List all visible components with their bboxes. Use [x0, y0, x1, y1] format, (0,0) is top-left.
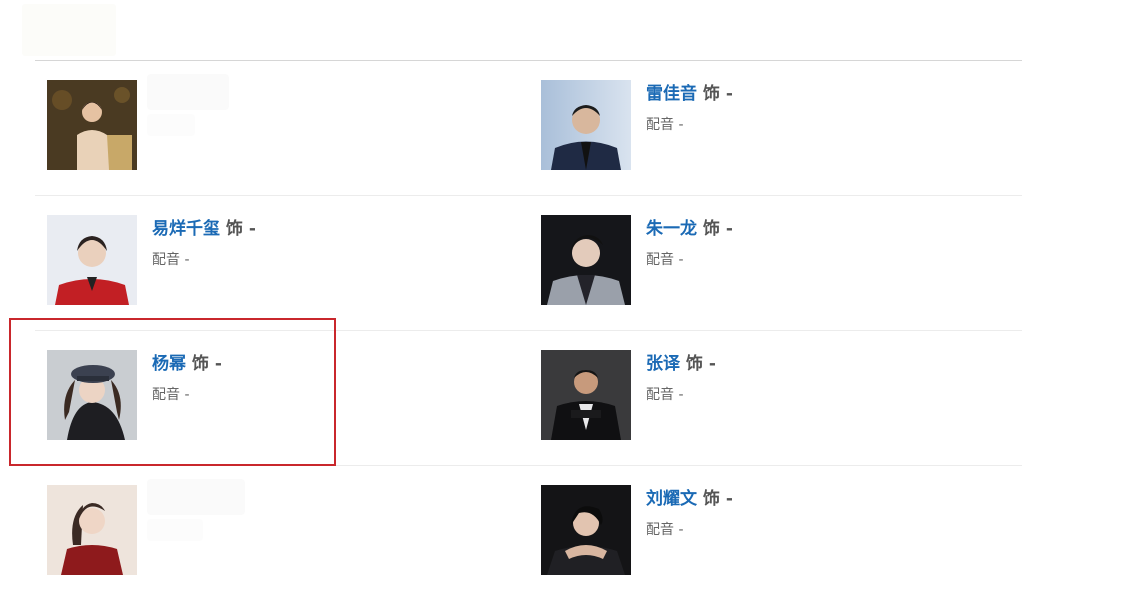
blurred-subtitle	[147, 519, 203, 541]
role-connector: 饰	[225, 219, 243, 239]
actor-photo[interactable]	[541, 215, 631, 305]
cast-card[interactable]: 易烊千玺 饰 - 配音 -	[47, 215, 487, 305]
actor-name-link[interactable]: 雷佳音	[646, 84, 697, 104]
cast-info: 易烊千玺 饰 - 配音 -	[152, 217, 256, 269]
cast-card[interactable]: 刘耀文 饰 - 配音 -	[541, 485, 981, 575]
role-connector: 饰	[702, 489, 720, 509]
role-name: -	[725, 489, 733, 509]
dub-label: 配音	[646, 387, 674, 403]
cast-info: 雷佳音 饰 - 配音 -	[646, 82, 733, 134]
cast-card[interactable]	[47, 479, 487, 575]
dub-value: -	[678, 117, 684, 133]
actor-photo[interactable]	[47, 80, 137, 170]
name-line: 刘耀文 饰 -	[646, 487, 733, 511]
dub-label: 配音	[646, 522, 674, 538]
name-line: 雷佳音 饰 -	[646, 82, 733, 106]
name-line: 朱一龙 饰 -	[646, 217, 733, 241]
role-name: -	[725, 84, 733, 104]
actor-photo[interactable]	[47, 485, 137, 575]
dub-line: 配音 -	[646, 519, 733, 539]
dub-label: 配音	[646, 117, 674, 133]
dub-label: 配音	[152, 252, 180, 268]
dub-line: 配音 -	[646, 114, 733, 134]
role-name: -	[248, 219, 256, 239]
actor-name-link[interactable]: 易烊千玺	[152, 219, 220, 239]
row-divider	[35, 195, 1022, 196]
cast-info: 刘耀文 饰 - 配音 -	[646, 487, 733, 539]
cast-info: 张译 饰 - 配音 -	[646, 352, 716, 404]
cast-card[interactable]: 朱一龙 饰 - 配音 -	[541, 215, 981, 305]
blurred-name	[147, 74, 229, 110]
actor-photo[interactable]	[47, 215, 137, 305]
dub-value: -	[678, 387, 684, 403]
dub-line: 配音 -	[152, 249, 256, 269]
dub-value: -	[184, 252, 190, 268]
cast-card[interactable]	[47, 74, 487, 170]
dub-line: 配音 -	[646, 384, 716, 404]
role-connector: 饰	[702, 219, 720, 239]
dub-label: 配音	[646, 252, 674, 268]
actor-name-link[interactable]: 刘耀文	[646, 489, 697, 509]
dub-value: -	[678, 252, 684, 268]
cast-info: 朱一龙 饰 - 配音 -	[646, 217, 733, 269]
role-connector: 饰	[702, 84, 720, 104]
top-divider	[35, 60, 1022, 61]
name-line: 张译 饰 -	[646, 352, 716, 376]
actor-photo[interactable]	[541, 80, 631, 170]
blurred-subtitle	[147, 114, 195, 136]
blurred-name	[147, 479, 245, 515]
cast-card[interactable]: 雷佳音 饰 - 配音 -	[541, 80, 981, 170]
cast-card[interactable]: 张译 饰 - 配音 -	[541, 350, 981, 440]
highlight-annotation-box	[9, 318, 336, 466]
name-line: 易烊千玺 饰 -	[152, 217, 256, 241]
actor-name-link[interactable]: 朱一龙	[646, 219, 697, 239]
actor-photo[interactable]	[541, 485, 631, 575]
dub-value: -	[678, 522, 684, 538]
actor-photo[interactable]	[541, 350, 631, 440]
role-connector: 饰	[685, 354, 703, 374]
actor-name-link[interactable]: 张译	[646, 354, 680, 374]
role-name: -	[725, 219, 733, 239]
dub-line: 配音 -	[646, 249, 733, 269]
role-name: -	[708, 354, 716, 374]
blurred-header-area	[22, 4, 116, 56]
